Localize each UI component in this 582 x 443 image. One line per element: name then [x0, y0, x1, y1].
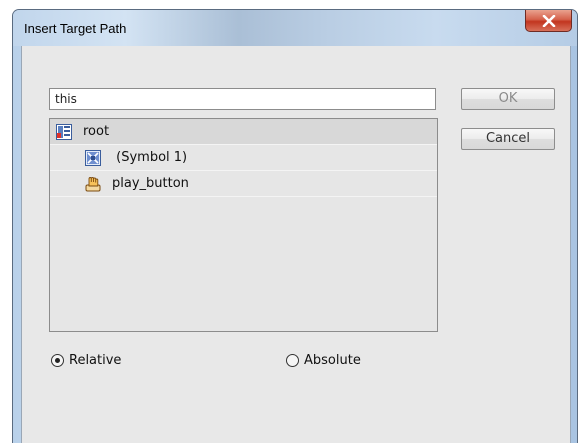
title-bar[interactable]: Insert Target Path: [13, 10, 577, 46]
relative-option[interactable]: Relative: [51, 353, 121, 368]
target-path-input[interactable]: [49, 88, 436, 110]
close-button[interactable]: [525, 10, 572, 32]
tree-item-symbol-1[interactable]: (Symbol 1): [50, 145, 437, 171]
cancel-button[interactable]: Cancel: [461, 128, 555, 150]
absolute-label: Absolute: [304, 353, 361, 368]
dialog-title: Insert Target Path: [24, 21, 127, 36]
close-icon: [542, 14, 555, 27]
relative-radio[interactable]: [51, 354, 64, 367]
movieclip-symbol-icon: [85, 149, 101, 166]
relative-label: Relative: [69, 353, 122, 368]
screen: Insert Target Path OK Cancel: [0, 0, 582, 443]
tree-item-play-button[interactable]: play_button: [50, 171, 437, 197]
absolute-option[interactable]: Absolute: [286, 353, 361, 368]
movieclip-timeline-icon: [56, 123, 72, 140]
button-hand-icon: [85, 176, 101, 192]
tree-item-label: root: [83, 124, 110, 139]
tree-item-root[interactable]: root: [50, 119, 437, 145]
absolute-radio[interactable]: [286, 354, 299, 367]
ok-button[interactable]: OK: [461, 88, 555, 110]
tree-item-label: (Symbol 1): [112, 150, 188, 165]
insert-target-path-dialog: Insert Target Path OK Cancel: [12, 9, 578, 443]
target-tree[interactable]: root (Symbol 1) play_button: [49, 118, 438, 332]
tree-item-label: play_button: [112, 176, 189, 191]
dialog-body: OK Cancel root: [21, 46, 571, 443]
